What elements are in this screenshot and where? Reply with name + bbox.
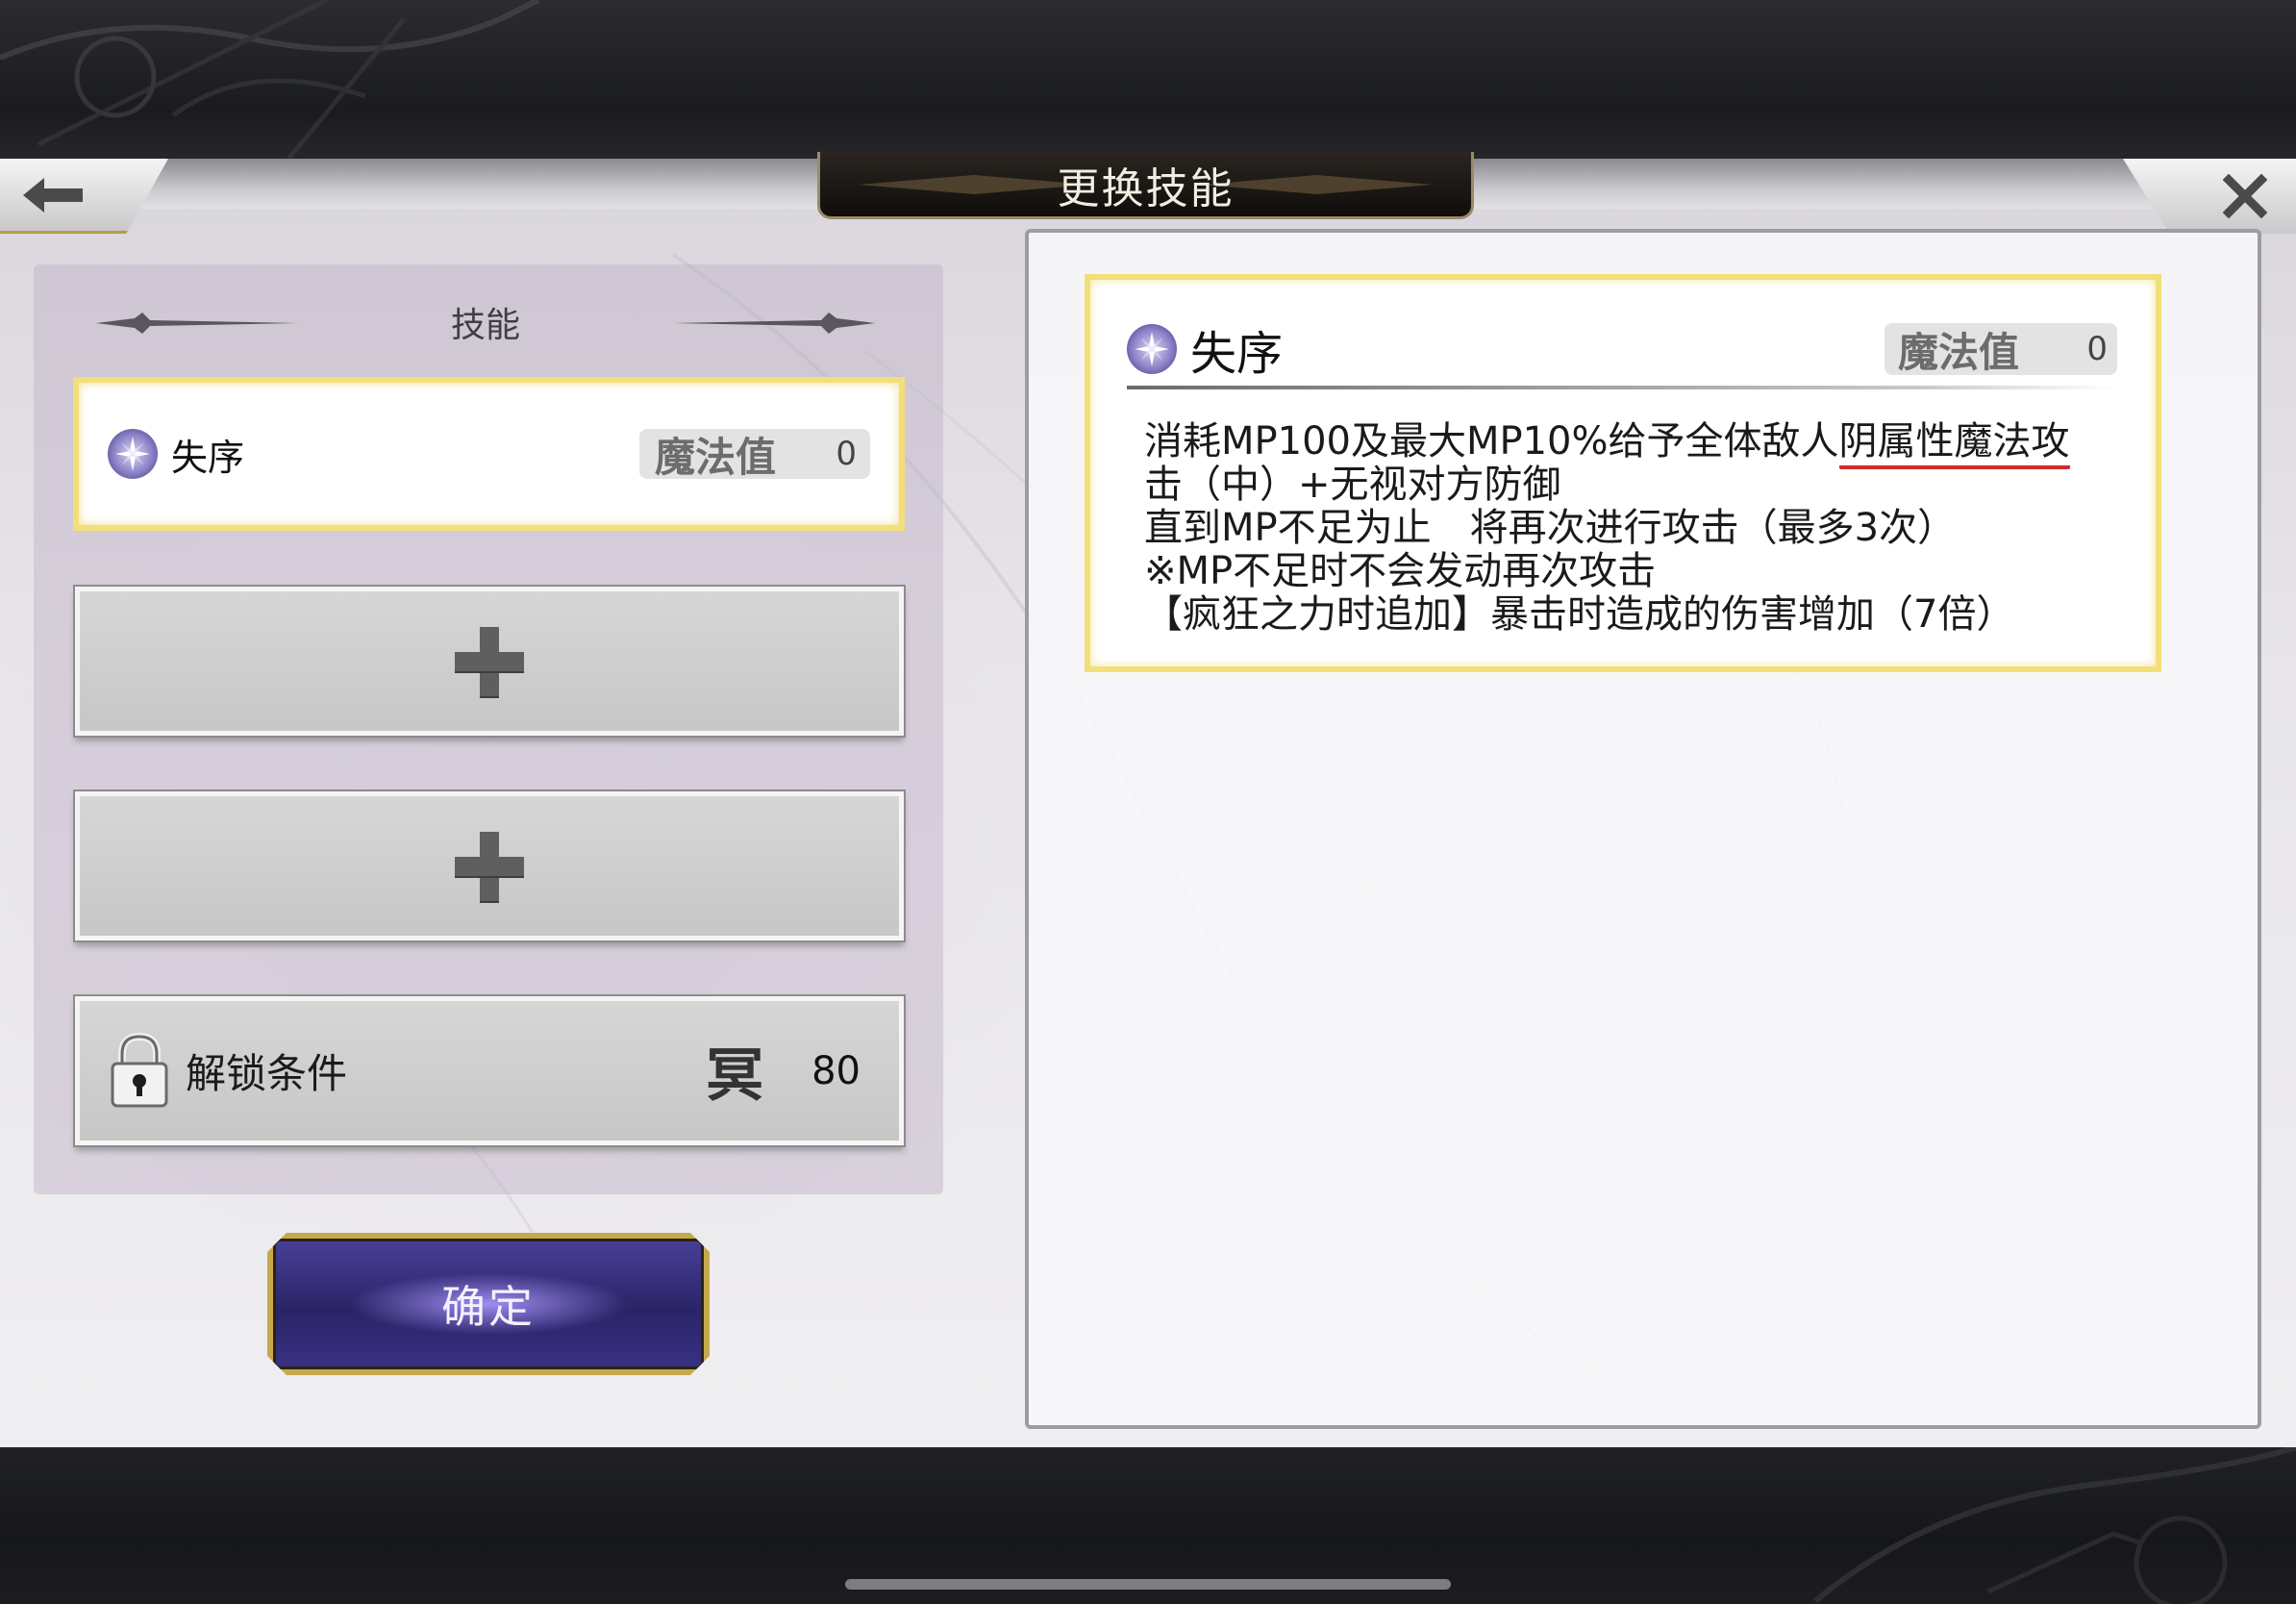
skill-name: 失序 (171, 436, 245, 479)
description-line-5: 【疯狂之力时追加】暴击时造成的伤害增加（7倍） (1144, 592, 2015, 637)
description-line-3: 直到MP不足为止 将再次进行攻击（最多3次） (1144, 506, 1957, 550)
section-title-row: 技能 (96, 293, 875, 351)
detail-skill-name: 失序 (1190, 327, 1284, 381)
confirm-label: 确定 (441, 1281, 536, 1333)
unlock-value: 80 (811, 1048, 861, 1093)
home-indicator[interactable] (845, 1579, 1451, 1590)
rank-glyph: 冥 (706, 1042, 764, 1110)
unlock-condition-label: 解锁条件 (186, 1050, 348, 1097)
description-line-1: 消耗MP100及最大MP10%给予全体敌人阴属性魔法攻 (1144, 419, 2115, 469)
detail-divider (1127, 386, 2117, 389)
description-line-1-prefix: 消耗MP100及最大MP10%给予全体敌人 (1144, 419, 1839, 464)
unlock-requirement: 冥 80 (706, 1029, 861, 1113)
skill-slot-empty-1[interactable] (73, 585, 906, 738)
wing-right-ornament (673, 313, 875, 334)
top-ornament (0, 0, 540, 159)
skill-slot-locked[interactable]: 解锁条件 冥 80 (73, 994, 906, 1147)
description-line-2: 击（中）+无视对方防御 (1144, 463, 1561, 507)
skill-slot-empty-2[interactable] (73, 789, 906, 942)
bottom-ornament (1813, 1447, 2296, 1604)
plus-icon (455, 831, 524, 901)
mp-label: 魔法值 (655, 433, 777, 481)
page-title: 更换技能 (1057, 163, 1235, 213)
compass-star-icon (1127, 324, 1177, 374)
detail-header: 失序 魔法值 0 (1127, 320, 2117, 381)
detail-mp-value: 0 (2086, 330, 2108, 368)
skill-detail-card: 失序 魔法值 0 消耗MP100及最大MP10%给予全体敌人阴属性魔法攻 击（中… (1085, 274, 2161, 672)
compass-star-icon (108, 429, 158, 479)
arrow-left-icon (23, 177, 83, 213)
description-line-4: ※MP不足时不会发动再次攻击 (1144, 549, 1657, 593)
plus-icon (455, 626, 524, 696)
wing-left-ornament (96, 313, 298, 334)
mp-value: 0 (836, 435, 857, 473)
skill-description: 消耗MP100及最大MP10%给予全体敌人阴属性魔法攻 击（中）+无视对方防御 … (1144, 419, 2115, 637)
title-plate: 更换技能 (817, 152, 1474, 219)
title-deco-right (1202, 175, 1433, 194)
confirm-button[interactable]: 确定 (267, 1233, 710, 1375)
description-highlight: 阴属性魔法攻 (1838, 419, 2070, 469)
mp-cost-pill: 魔法值 0 (639, 429, 870, 481)
detail-mp-pill: 魔法值 0 (1884, 323, 2117, 376)
skill-slot-selected[interactable]: 失序 魔法值 0 (73, 377, 905, 531)
lock-icon (111, 1032, 168, 1107)
close-icon (2223, 174, 2267, 218)
title-deco-left (859, 175, 1089, 194)
detail-mp-label: 魔法值 (1898, 328, 2020, 376)
section-title: 技能 (450, 306, 520, 345)
